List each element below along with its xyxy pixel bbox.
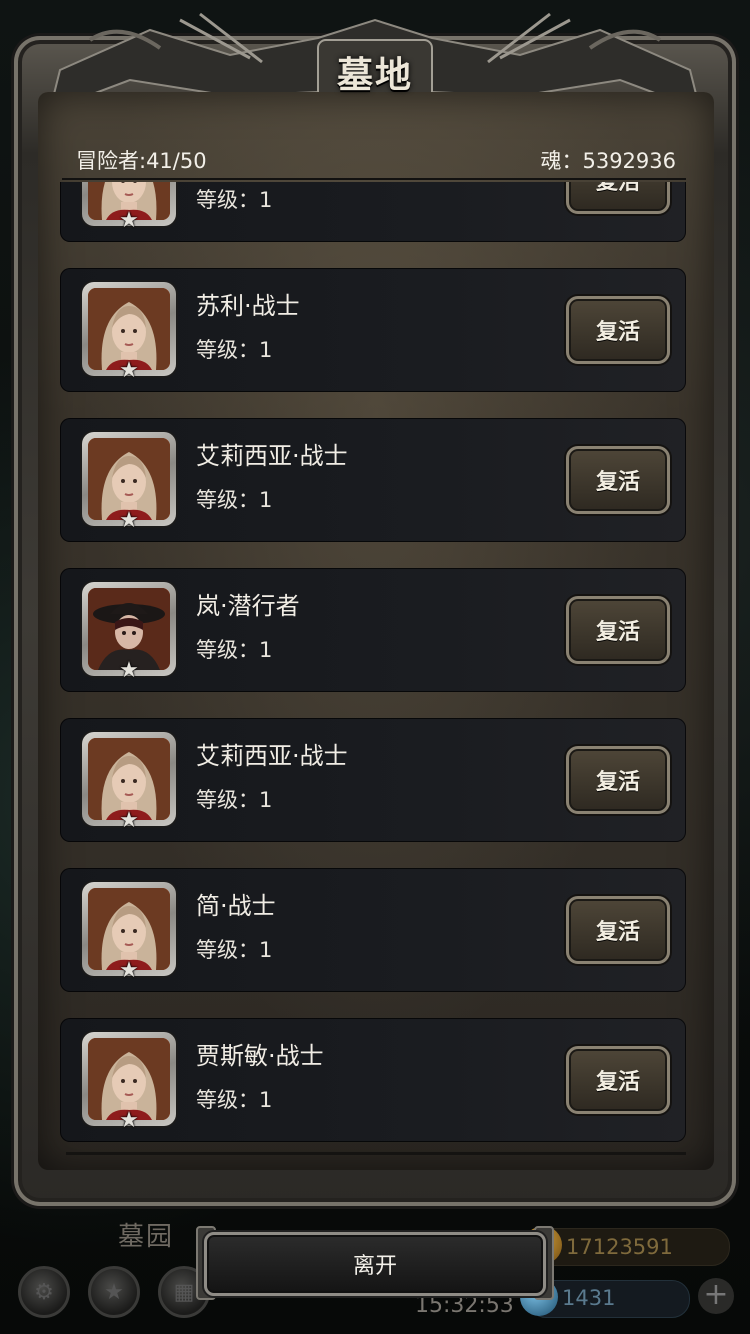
star-icon: ★ xyxy=(119,1108,139,1133)
adventurer-level: 等级：1 xyxy=(196,938,273,962)
adventurer-level: 等级：1 xyxy=(196,788,273,812)
adventurer-card: ★ 岚·潜行者等级：1 复活 xyxy=(60,568,686,692)
portrait-frame[interactable]: ★ xyxy=(82,882,176,982)
star-icon: ★ xyxy=(119,508,139,533)
adventurer-card: ★ 贾斯敏·战士等级：1 复活 xyxy=(60,1018,686,1142)
dialog-title: 墓地 xyxy=(336,55,413,96)
adventurer-card: ★ 艾莉西亚·战士等级：1 复活 xyxy=(60,418,686,542)
star-icon: ★ xyxy=(119,358,139,383)
gold-value: 17123591 xyxy=(566,1235,673,1259)
adventurer-level: 等级：1 xyxy=(196,338,273,362)
clock-time: 15:32:53 xyxy=(415,1293,514,1318)
adventurer-name: 艾莉西亚·战士 xyxy=(196,442,348,470)
star-icon: ★ xyxy=(119,958,139,983)
star-icon[interactable]: ★ xyxy=(88,1266,140,1318)
revive-button[interactable]: 复活 xyxy=(566,1046,670,1114)
revive-button[interactable]: 复活 xyxy=(566,746,670,814)
star-icon: ★ xyxy=(119,208,139,233)
portrait-frame[interactable]: ★ xyxy=(82,582,176,682)
fallen-adventurer-list[interactable]: ★ 等级：1 复活 ★ 苏利·战士 等级：1 复活 ★ 艾莉西亚·战士 等级：1 复活 ★ 岚·潜行者等… xyxy=(60,182,686,1144)
adventurer-count: 冒险者:41/50 xyxy=(76,149,207,173)
portrait-frame[interactable]: ★ xyxy=(82,282,176,382)
adventurer-card: ★ 简·战士等级：1 复活 xyxy=(60,868,686,992)
star-icon: ★ xyxy=(119,658,139,683)
revive-button[interactable]: 复活 xyxy=(566,446,670,514)
divider xyxy=(62,178,686,180)
revive-button[interactable]: 复活 xyxy=(566,596,670,664)
add-gems-button[interactable]: + xyxy=(698,1278,734,1314)
adventurer-level: 等级：1 xyxy=(196,488,273,512)
revive-button[interactable]: 复活 xyxy=(566,182,670,214)
adventurer-level: 等级：1 xyxy=(196,1088,273,1112)
portrait-frame: ★ xyxy=(82,182,176,232)
adventurer-name: 艾莉西亚·战士 xyxy=(196,742,348,770)
dialog-title-plate: 墓地 xyxy=(318,40,432,104)
adventurer-card-partial: ★ 等级：1 复活 xyxy=(60,182,686,242)
adventurer-name: 岚·潜行者 xyxy=(196,592,300,620)
souls-count: 魂：5392936 xyxy=(540,149,676,173)
location-title: 墓园 xyxy=(118,1222,175,1252)
revive-button[interactable]: 复活 xyxy=(566,896,670,964)
portrait-frame[interactable]: ★ xyxy=(82,732,176,832)
portrait-frame[interactable]: ★ xyxy=(82,432,176,532)
adventurer-name: 贾斯敏·战士 xyxy=(196,1042,324,1070)
star-icon: ★ xyxy=(119,808,139,833)
adventurer-level: 等级：1 xyxy=(196,188,273,212)
leave-button[interactable]: 离开 xyxy=(204,1232,546,1296)
dialog-stats-row: 冒险者:41/50 魂：5392936 xyxy=(76,142,676,178)
hud-icon-bar: ⚙ ★ ▦ xyxy=(18,1266,210,1318)
gem-value: 1431 xyxy=(562,1286,616,1310)
adventurer-card: ★ 艾莉西亚·战士等级：1 复活 xyxy=(60,718,686,842)
adventurer-name: 简·战士 xyxy=(196,892,276,920)
settings-icon[interactable]: ⚙ xyxy=(18,1266,70,1318)
adventurer-level: 等级：1 xyxy=(196,638,273,662)
portrait-frame[interactable]: ★ xyxy=(82,1032,176,1132)
revive-button[interactable]: 复活 xyxy=(566,296,670,364)
adventurer-name: 苏利·战士 xyxy=(196,292,300,320)
divider xyxy=(66,1152,686,1155)
adventurer-card: ★ 苏利·战士等级：1 复活 xyxy=(60,268,686,392)
